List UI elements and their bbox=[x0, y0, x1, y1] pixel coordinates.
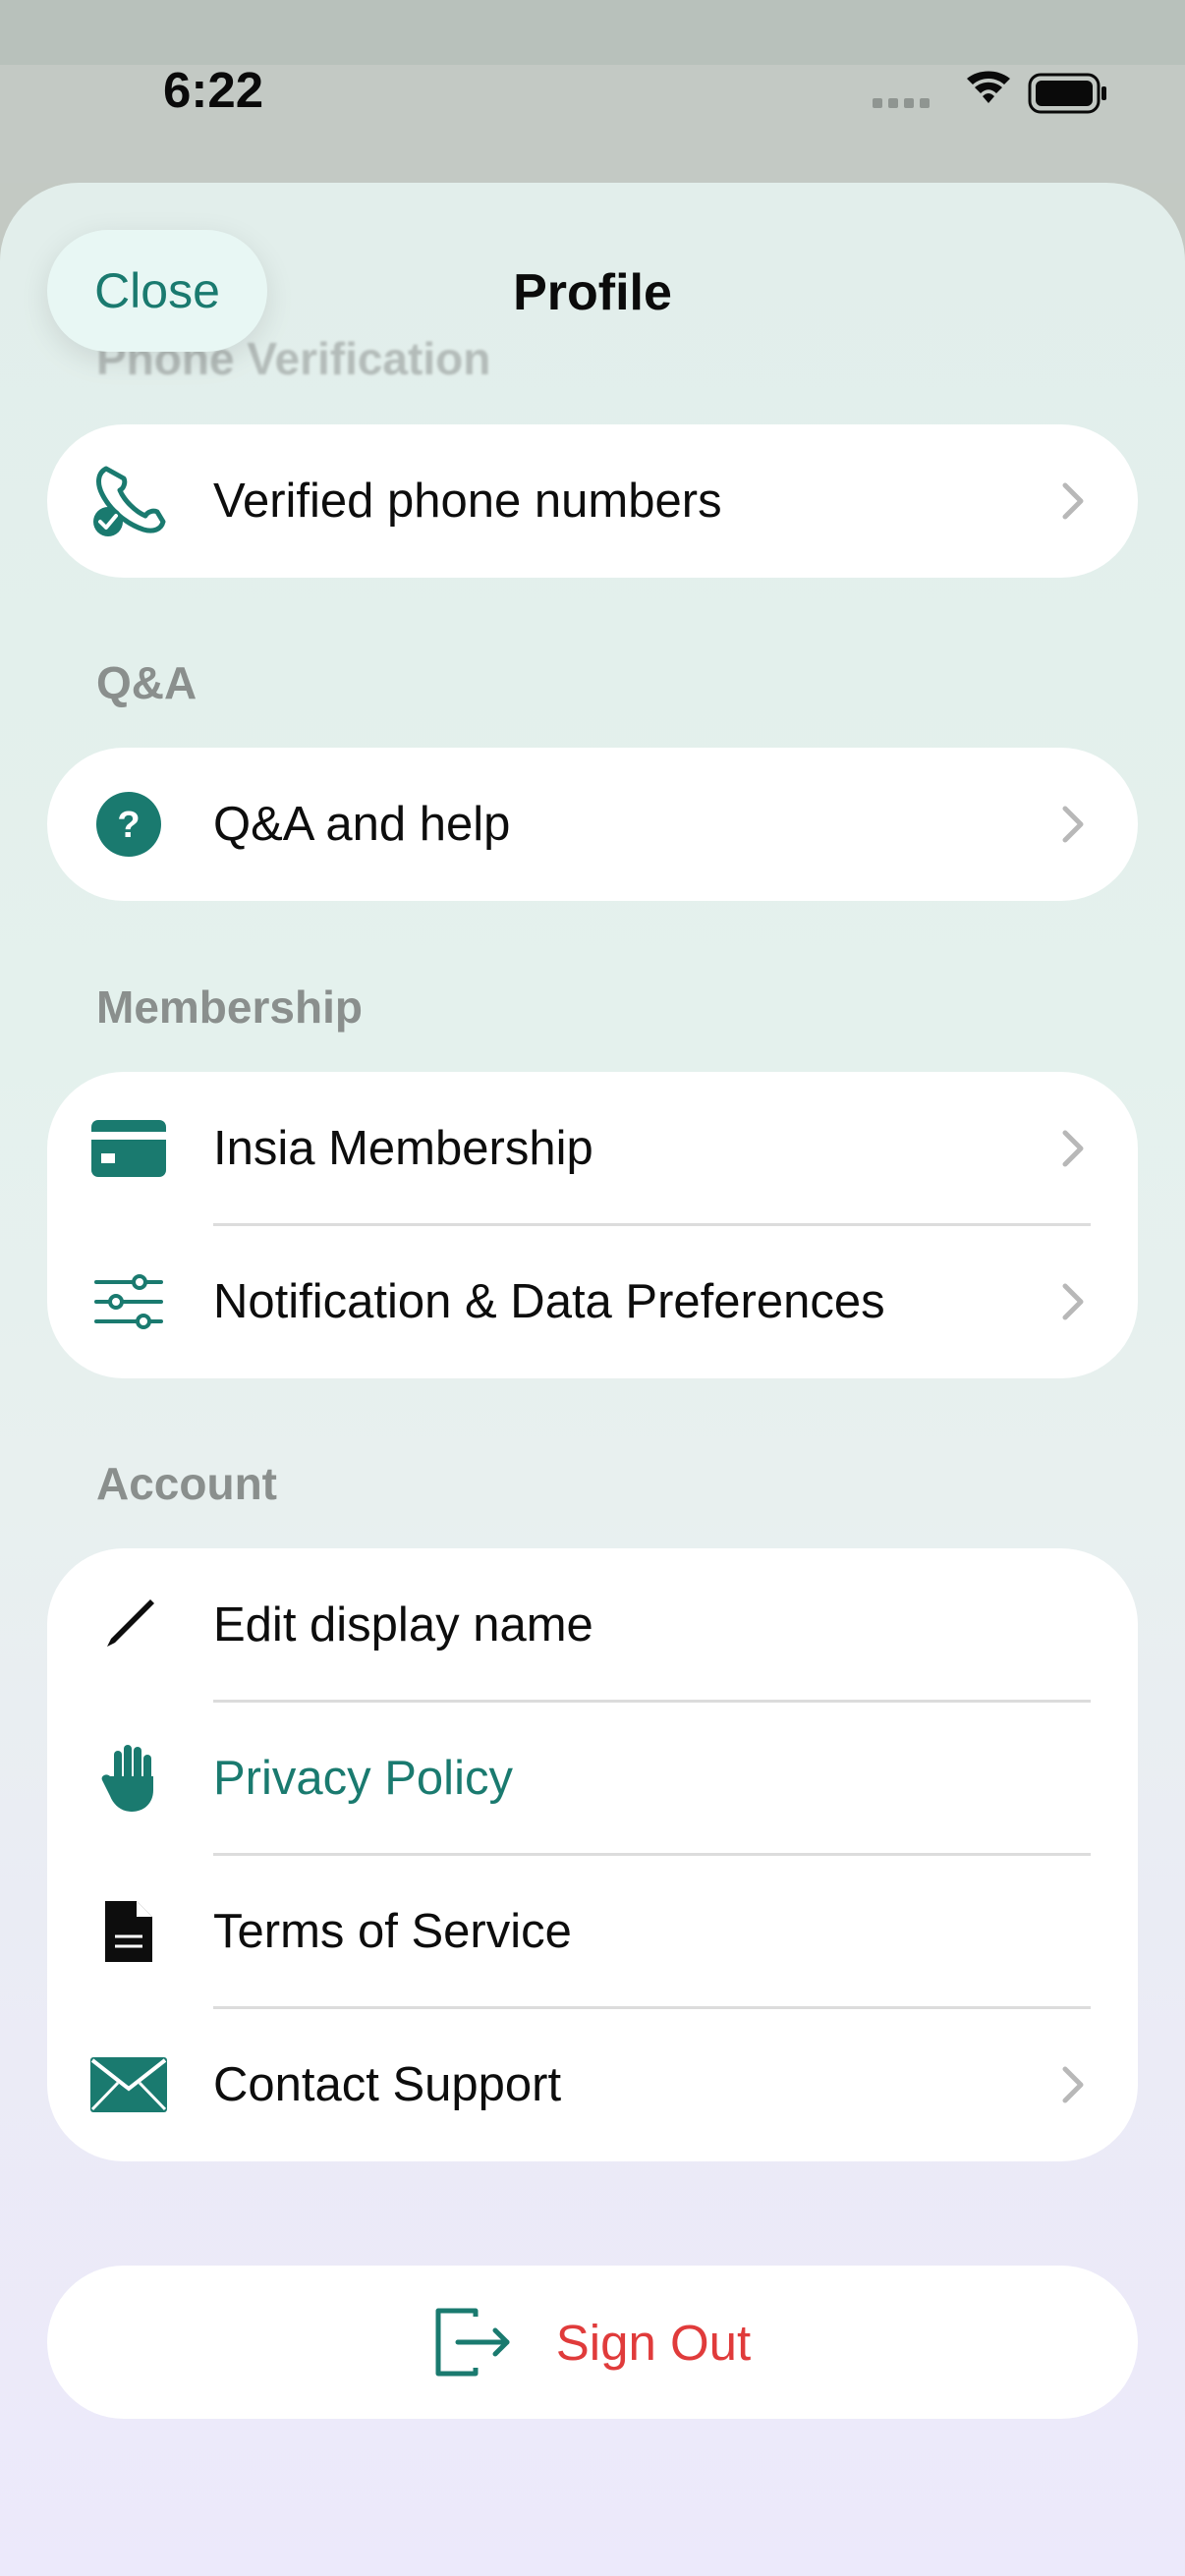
status-time: 6:22 bbox=[163, 62, 264, 118]
row-label: Edit display name bbox=[213, 1598, 593, 1652]
sign-out-button[interactable]: Sign Out bbox=[47, 2266, 1138, 2419]
insia-membership-row[interactable]: Insia Membership bbox=[47, 1072, 1138, 1225]
row-label: Terms of Service bbox=[213, 1905, 572, 1958]
section-header-account: Account bbox=[96, 1458, 277, 1509]
sign-out-label: Sign Out bbox=[555, 2314, 752, 2371]
credit-card-icon bbox=[88, 1108, 169, 1189]
edit-display-name-row[interactable]: Edit display name bbox=[47, 1548, 1138, 1702]
chevron-right-icon bbox=[1062, 2066, 1084, 2103]
sliders-icon bbox=[88, 1261, 169, 1342]
chevron-right-icon bbox=[1062, 806, 1084, 843]
row-label: Q&A and help bbox=[213, 798, 511, 851]
status-icons bbox=[873, 71, 1106, 114]
hand-icon bbox=[88, 1738, 169, 1819]
notification-data-preferences-row[interactable]: Notification & Data Preferences bbox=[47, 1225, 1138, 1378]
terms-of-service-row[interactable]: Terms of Service bbox=[47, 1855, 1138, 2008]
phone-check-icon bbox=[88, 461, 169, 541]
profile-sheet: Close Profile Phone Verification Verifie… bbox=[0, 183, 1185, 2576]
section-header-membership: Membership bbox=[96, 981, 363, 1033]
phone-verification-card: Verified phone numbers bbox=[47, 424, 1138, 578]
qa-help-row[interactable]: ? Q&A and help bbox=[47, 748, 1138, 901]
account-card: Edit display name Privacy Policy Terms o… bbox=[47, 1548, 1138, 2161]
qa-card: ? Q&A and help bbox=[47, 748, 1138, 901]
sign-out-icon bbox=[435, 2308, 510, 2377]
page-title: Profile bbox=[513, 264, 672, 321]
row-label: Insia Membership bbox=[213, 1122, 593, 1175]
membership-card: Insia Membership Notification & Data Pre… bbox=[47, 1072, 1138, 1378]
section-header-qa: Q&A bbox=[96, 657, 198, 708]
top-dim-strip bbox=[0, 0, 1185, 65]
svg-text:?: ? bbox=[117, 805, 140, 846]
row-label: Notification & Data Preferences bbox=[213, 1275, 885, 1328]
row-label: Contact Support bbox=[213, 2058, 562, 2111]
cellular-signal-icon bbox=[873, 98, 930, 108]
privacy-policy-row[interactable]: Privacy Policy bbox=[47, 1702, 1138, 1855]
wifi-icon bbox=[967, 71, 1010, 103]
chevron-right-icon bbox=[1062, 1130, 1084, 1167]
question-circle-icon: ? bbox=[88, 784, 169, 865]
envelope-icon bbox=[88, 2044, 169, 2125]
document-icon bbox=[88, 1891, 169, 1972]
verified-phone-numbers-row[interactable]: Verified phone numbers bbox=[47, 424, 1138, 578]
contact-support-row[interactable]: Contact Support bbox=[47, 2008, 1138, 2161]
pencil-icon bbox=[88, 1585, 169, 1665]
row-label: Privacy Policy bbox=[213, 1752, 513, 1805]
row-label: Verified phone numbers bbox=[213, 475, 722, 528]
chevron-right-icon bbox=[1062, 1283, 1084, 1320]
chevron-right-icon bbox=[1062, 482, 1084, 520]
battery-icon bbox=[1028, 73, 1106, 114]
